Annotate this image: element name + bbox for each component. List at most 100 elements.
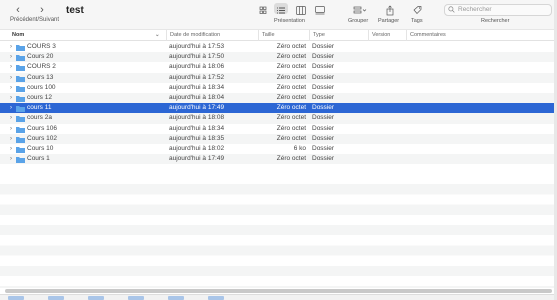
gallery-view-icon[interactable] — [313, 3, 327, 15]
file-type: Dossier — [312, 124, 335, 132]
disclosure-triangle-icon[interactable]: › — [10, 73, 12, 83]
file-type: Dossier — [312, 53, 335, 61]
disclosure-triangle-icon[interactable]: › — [10, 113, 12, 123]
group-label: Grouper — [348, 18, 369, 24]
table-row[interactable]: › Cours 1 aujourd'hui à 17:49 Zéro octet Dos… — [0, 154, 557, 165]
table-row[interactable]: › COURS 2 aujourd'hui à 18:06 Zéro octet Dos… — [0, 62, 557, 72]
tag-icon[interactable] — [410, 3, 424, 15]
file-type: Dossier — [312, 93, 335, 101]
file-type: Dossier — [312, 144, 335, 152]
table-row[interactable]: › Cours 13 aujourd'hui à 17:52 Zéro octet Do… — [0, 72, 557, 83]
search-input[interactable]: Rechercher — [444, 4, 552, 16]
finder-window: ‹ › Précédent/Suivant test Présentation … — [0, 0, 557, 300]
folder-icon — [16, 126, 25, 133]
file-size: Zéro octet — [276, 134, 306, 142]
folder-icon — [16, 116, 25, 123]
file-type: Dossier — [312, 73, 335, 81]
search-icon — [448, 6, 455, 13]
file-date: aujourd'hui à 18:08 — [169, 114, 225, 122]
table-row[interactable]: › cours 100 aujourd'hui à 18:34 Zéro octet D… — [0, 83, 557, 93]
file-type: Dossier — [312, 63, 335, 71]
disclosure-triangle-icon[interactable]: › — [10, 144, 12, 154]
chevron-left-icon[interactable]: ‹ — [12, 4, 24, 16]
folder-icon — [16, 136, 25, 143]
disclosure-triangle-icon[interactable]: › — [10, 93, 12, 103]
file-size: Zéro octet — [276, 104, 306, 112]
file-date: aujourd'hui à 18:34 — [169, 124, 225, 132]
folder-icon — [16, 157, 25, 164]
group-icon[interactable] — [351, 3, 369, 14]
file-date: aujourd'hui à 17:50 — [169, 53, 225, 61]
disclosure-triangle-icon[interactable]: › — [10, 124, 12, 134]
disclosure-triangle-icon[interactable]: › — [10, 103, 12, 113]
disclosure-triangle-icon[interactable]: › — [10, 154, 12, 164]
path-item[interactable] — [88, 296, 104, 300]
table-row[interactable]: › Cours 106 aujourd'hui à 18:34 Zéro octet D… — [0, 124, 557, 134]
table-row[interactable]: › Cours 102 aujourd'hui à 18:35 Zéro octet D… — [0, 133, 557, 144]
search-placeholder: Rechercher — [458, 6, 492, 13]
path-item[interactable] — [208, 296, 224, 300]
file-name: Cours 20 — [27, 53, 54, 61]
file-size: 6 ko — [293, 144, 306, 152]
file-date: aujourd'hui à 17:49 — [169, 155, 225, 163]
tags-label: Tags — [411, 18, 423, 24]
table-row[interactable]: › cours 11 aujourd'hui à 17:49 Zéro octet Do… — [0, 103, 557, 114]
disclosure-triangle-icon[interactable]: › — [10, 134, 12, 144]
file-name: Cours 102 — [27, 134, 57, 142]
share-icon[interactable] — [383, 3, 397, 16]
file-name: cours 12 — [27, 93, 52, 101]
table-row[interactable]: › cours 12 aujourd'hui à 18:04 Zéro octet Do… — [0, 92, 557, 104]
nav-label: Précédent/Suivant — [10, 17, 60, 23]
disclosure-triangle-icon[interactable]: › — [10, 42, 12, 52]
file-type: Dossier — [312, 83, 335, 91]
horizontal-scrollbar[interactable] — [5, 289, 552, 293]
file-size: Zéro octet — [276, 114, 306, 122]
path-item[interactable] — [128, 296, 144, 300]
toolbar: ‹ › Précédent/Suivant test Présentation … — [0, 0, 557, 29]
file-date: aujourd'hui à 17:52 — [169, 73, 225, 81]
file-list: › COURS 3 aujourd'hui à 17:53 Zéro octet Dos… — [0, 42, 557, 165]
list-view-icon[interactable] — [274, 3, 288, 14]
folder-icon — [16, 65, 25, 72]
path-item[interactable] — [168, 296, 184, 300]
file-type: Dossier — [312, 104, 335, 112]
column-view-icon[interactable] — [294, 3, 308, 15]
table-row[interactable]: › Cours 10 aujourd'hui à 18:02 6 ko Dossier — [0, 144, 557, 154]
chevron-right-icon[interactable]: › — [36, 4, 48, 16]
column-type[interactable]: Type — [309, 30, 368, 41]
path-item[interactable] — [48, 296, 64, 300]
folder-icon — [16, 55, 25, 62]
column-version[interactable]: Version — [368, 30, 406, 41]
empty-list-area — [0, 174, 557, 288]
folder-icon — [16, 45, 25, 51]
file-date: aujourd'hui à 18:06 — [169, 63, 225, 71]
folder-icon — [16, 95, 25, 102]
column-date[interactable]: Date de modification — [166, 30, 258, 41]
file-date: aujourd'hui à 17:49 — [169, 104, 225, 112]
table-row[interactable]: › COURS 3 aujourd'hui à 17:53 Zéro octet Dos… — [0, 42, 557, 52]
column-comments[interactable]: Commentaires — [406, 30, 554, 41]
file-name: Cours 10 — [27, 144, 54, 152]
icon-view-icon[interactable] — [256, 3, 270, 14]
share-label: Partager — [378, 18, 400, 24]
folder-icon — [16, 85, 25, 92]
column-size[interactable]: Taille — [258, 30, 309, 41]
file-size: Zéro octet — [276, 43, 306, 50]
path-item[interactable] — [8, 296, 24, 300]
disclosure-triangle-icon[interactable]: › — [10, 62, 12, 72]
disclosure-triangle-icon[interactable]: › — [10, 83, 12, 93]
file-type: Dossier — [312, 114, 335, 122]
folder-icon — [16, 106, 25, 113]
sort-chevron-icon: ⌄ — [155, 32, 160, 38]
table-row[interactable]: › Cours 20 aujourd'hui à 17:50 Zéro octet Do… — [0, 52, 557, 63]
table-row[interactable]: › cours 2a aujourd'hui à 18:08 Zéro octet Do… — [0, 113, 557, 124]
file-name: cours 11 — [27, 104, 52, 112]
file-type: Dossier — [312, 134, 335, 142]
file-size: Zéro octet — [276, 124, 306, 132]
disclosure-triangle-icon[interactable]: › — [10, 52, 12, 62]
file-size: Zéro octet — [276, 53, 306, 61]
file-name: COURS 2 — [27, 63, 56, 71]
file-date: aujourd'hui à 17:53 — [169, 43, 225, 50]
column-name[interactable]: Nom ⌄ — [9, 30, 166, 41]
file-date: aujourd'hui à 18:02 — [169, 144, 225, 152]
